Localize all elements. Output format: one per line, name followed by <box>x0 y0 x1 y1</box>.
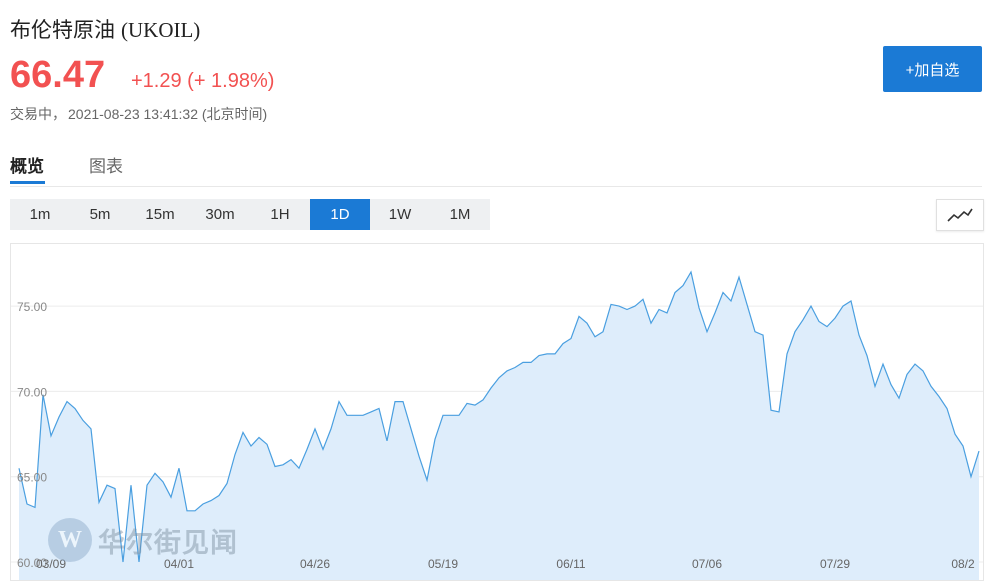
chart-type-toggle[interactable] <box>936 199 984 231</box>
tab-overview[interactable]: 概览 <box>10 152 44 177</box>
x-tick-label: 04/26 <box>300 557 330 571</box>
line-chart-icon <box>947 208 973 222</box>
trading-status: 交易中， 2021-08-23 13:41:32 (北京时间) <box>10 104 267 124</box>
period-1h-button[interactable]: 1H <box>250 199 310 230</box>
watermark-logo-icon: W <box>48 518 92 562</box>
status-label: 交易中， <box>10 106 66 122</box>
price-change: +1.29 (+ 1.98%) <box>131 70 275 92</box>
instrument-symbol: (UKOIL) <box>121 18 201 42</box>
last-price: 66.47 <box>10 54 106 96</box>
update-time: 2021-08-23 13:41:32 (北京时间) <box>68 106 268 122</box>
period-15m-button[interactable]: 15m <box>130 199 190 230</box>
period-1w-button[interactable]: 1W <box>370 199 430 230</box>
period-1d-button[interactable]: 1D <box>310 199 370 230</box>
watermark-text: 华尔街见闻 <box>98 527 238 558</box>
instrument-name: 布伦特原油 <box>10 19 115 42</box>
y-tick-label: 70.00 <box>17 385 47 399</box>
period-1m-button[interactable]: 1m <box>10 199 70 230</box>
active-tab-indicator <box>10 181 45 184</box>
x-tick-label: 06/11 <box>556 557 585 571</box>
tab-chart[interactable]: 图表 <box>89 152 123 177</box>
x-tick-label: 07/29 <box>820 557 850 571</box>
y-tick-label: 75.00 <box>17 300 47 314</box>
period-30m-button[interactable]: 30m <box>190 199 250 230</box>
x-tick-label: 07/06 <box>692 557 722 571</box>
instrument-title: 布伦特原油 (UKOIL) <box>10 14 200 44</box>
watermark: W 华尔街见闻 <box>48 518 238 562</box>
y-tick-label: 65.00 <box>17 471 47 485</box>
add-to-watchlist-button[interactable]: +加自选 <box>883 46 982 92</box>
period-1mo-button[interactable]: 1M <box>430 199 490 230</box>
x-tick-label: 08/2 <box>951 557 975 571</box>
x-tick-label: 05/19 <box>428 557 458 571</box>
period-selector: 1m 5m 15m 30m 1H 1D 1W 1M <box>10 199 490 230</box>
view-tabs: 概览 图表 <box>10 150 982 187</box>
period-5m-button[interactable]: 5m <box>70 199 130 230</box>
